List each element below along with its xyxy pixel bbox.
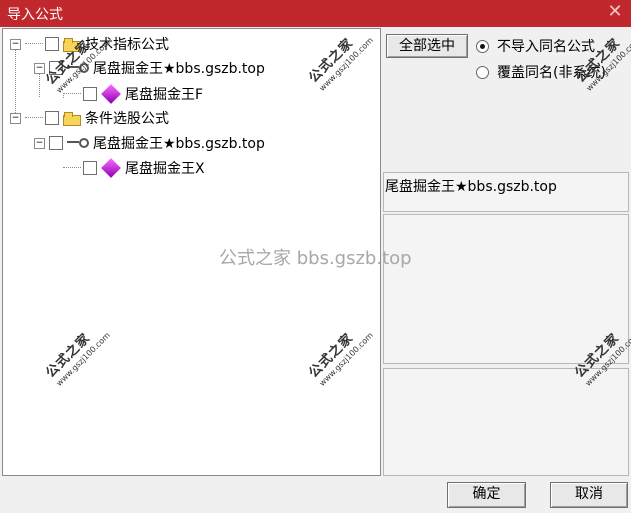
formula-name-panel: 尾盘掘金王★bbs.gszb.top: [383, 172, 629, 212]
tree-node-stock-formula[interactable]: − 尾盘掘金王★bbs.gszb.top: [34, 132, 265, 154]
cancel-button[interactable]: 取消: [550, 482, 628, 508]
formula-gem-icon: [101, 158, 121, 178]
formula-icon: [67, 137, 89, 149]
checkbox[interactable]: [83, 87, 97, 101]
tree-label: 尾盘掘金王★bbs.gszb.top: [93, 136, 265, 152]
checkbox[interactable]: [49, 136, 63, 150]
radio-selected-icon[interactable]: [476, 39, 489, 53]
description-panel: [383, 214, 629, 364]
tree-node-formula-child[interactable]: 尾盘掘金王F: [63, 83, 203, 105]
checkbox[interactable]: [83, 161, 97, 175]
collapse-icon[interactable]: −: [34, 62, 45, 74]
select-all-button[interactable]: 全部选中: [386, 34, 468, 58]
tree-node-stock-selection[interactable]: − 条件选股公式: [10, 107, 169, 129]
radio-icon[interactable]: [476, 65, 489, 79]
ok-button[interactable]: 确定: [447, 482, 526, 508]
formula-gem-icon: [101, 84, 121, 104]
collapse-icon[interactable]: −: [10, 112, 21, 124]
watermark-center: 公式之家 bbs.gszb.top: [219, 248, 412, 269]
tree-label: 尾盘掘金王★bbs.gszb.top: [93, 61, 265, 77]
tree-node-stock-formula-child[interactable]: 尾盘掘金王X: [63, 157, 205, 179]
tree-label: 尾盘掘金王X: [125, 161, 205, 177]
collapse-icon[interactable]: −: [10, 38, 21, 50]
skip-same-option[interactable]: 不导入同名公式: [476, 36, 595, 56]
collapse-icon[interactable]: −: [34, 137, 45, 149]
window-title: 导入公式: [7, 7, 63, 23]
formula-name: 尾盘掘金王★bbs.gszb.top: [385, 179, 557, 195]
tree-label: 尾盘掘金王F: [125, 87, 204, 103]
checkbox[interactable]: [45, 111, 59, 125]
tree-label: 条件选股公式: [85, 111, 169, 127]
checkbox[interactable]: [45, 37, 59, 51]
folder-icon: [63, 112, 81, 126]
close-icon[interactable]: ✕: [605, 2, 625, 22]
title-bar: 导入公式 ✕: [0, 0, 631, 27]
option-label: 不导入同名公式: [497, 39, 595, 55]
